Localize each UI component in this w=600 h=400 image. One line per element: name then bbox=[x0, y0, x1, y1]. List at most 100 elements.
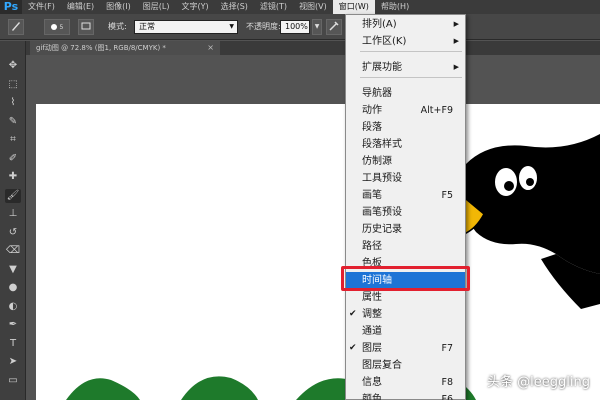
menu-shortcut: Alt+F9 bbox=[420, 105, 453, 116]
lasso-tool-icon[interactable]: ⌇ bbox=[5, 96, 21, 110]
menu-item-2[interactable]: 图像(I) bbox=[100, 0, 137, 14]
checkmark-icon: ✔ bbox=[349, 309, 357, 319]
menu-option-2[interactable]: 扩展功能 ▶ bbox=[346, 59, 465, 76]
menu-option-label: 导航器 bbox=[362, 88, 392, 99]
menu-option-0[interactable]: 排列(A) ▶ bbox=[346, 16, 465, 33]
type-tool-icon[interactable]: T bbox=[5, 337, 21, 351]
airbrush-icon[interactable] bbox=[326, 19, 342, 35]
path-select-tool-icon[interactable]: ➤ bbox=[5, 355, 21, 369]
close-icon[interactable]: × bbox=[207, 41, 214, 55]
menu-option-8[interactable]: 工具预设 bbox=[346, 170, 465, 187]
menu-option-7[interactable]: 仿制源 bbox=[346, 153, 465, 170]
move-tool-icon[interactable]: ✥ bbox=[5, 59, 21, 73]
menu-item-5[interactable]: 选择(S) bbox=[215, 0, 254, 14]
paint-bucket-tool-icon[interactable]: ▼ bbox=[5, 263, 21, 277]
brush-size-picker[interactable]: 5 bbox=[44, 19, 70, 35]
menu-option-label: 扩展功能 bbox=[362, 62, 402, 73]
menu-item-8[interactable]: 窗口(W) bbox=[332, 0, 375, 14]
stamp-tool-icon[interactable]: ⊥ bbox=[5, 207, 21, 221]
menu-option-5[interactable]: 段落 bbox=[346, 119, 465, 136]
document-title: gif动图 @ 72.8% (图1, RGB/8/CMYK) * bbox=[36, 44, 166, 52]
menu-item-0[interactable]: 文件(F) bbox=[22, 0, 61, 14]
watermark-text: 头条 @leeggling bbox=[487, 375, 590, 390]
grass-hill-2 bbox=[181, 376, 258, 400]
menu-option-label: 段落 bbox=[362, 122, 382, 133]
document-tab-bar: gif动图 @ 72.8% (图1, RGB/8/CMYK) * × bbox=[26, 41, 600, 55]
document-tab[interactable]: gif动图 @ 72.8% (图1, RGB/8/CMYK) * × bbox=[30, 41, 220, 55]
menu-option-12[interactable]: 路径 bbox=[346, 238, 465, 255]
menu-item-3[interactable]: 图层(L) bbox=[137, 0, 176, 14]
menu-option-label: 画笔预设 bbox=[362, 207, 402, 218]
menu-option-4[interactable]: 动作 Alt+F9 bbox=[346, 102, 465, 119]
menu-option-label: 图层复合 bbox=[362, 360, 402, 371]
menu-option-label: 工作区(K) bbox=[362, 36, 407, 47]
menu-option-11[interactable]: 历史记录 bbox=[346, 221, 465, 238]
document-canvas[interactable] bbox=[36, 104, 600, 400]
blur-tool-icon[interactable]: ● bbox=[5, 281, 21, 295]
menu-option-label: 调整 bbox=[362, 309, 382, 320]
eraser-tool-icon[interactable]: ⌫ bbox=[5, 244, 21, 258]
menu-option-label: 排列(A) bbox=[362, 19, 397, 30]
menu-option-17[interactable]: 通道 bbox=[346, 323, 465, 340]
menu-item-4[interactable]: 文字(Y) bbox=[175, 0, 214, 14]
submenu-arrow-icon: ▶ bbox=[453, 63, 459, 71]
mode-label: 模式: bbox=[108, 22, 127, 31]
canvas-artwork bbox=[66, 134, 600, 400]
menu-separator bbox=[360, 77, 462, 78]
submenu-arrow-icon: ▶ bbox=[453, 37, 459, 45]
menu-option-label: 动作 bbox=[362, 105, 382, 116]
annotation-highlight-box bbox=[341, 266, 470, 291]
menu-shortcut: F7 bbox=[441, 343, 453, 354]
pen-tool-icon[interactable]: ✒ bbox=[5, 318, 21, 332]
dodge-tool-icon[interactable]: ◐ bbox=[5, 300, 21, 314]
menu-separator bbox=[360, 51, 462, 52]
menu-option-18[interactable]: ✔ 图层 F7 bbox=[346, 340, 465, 357]
eyedropper-tool-icon[interactable]: ✐ bbox=[5, 152, 21, 166]
opacity-input[interactable]: 100% bbox=[280, 20, 310, 34]
menu-option-label: 信息 bbox=[362, 377, 382, 388]
menu-option-21[interactable]: 颜色 F6 bbox=[346, 391, 465, 400]
menu-shortcut: F5 bbox=[441, 190, 453, 201]
menu-option-6[interactable]: 段落样式 bbox=[346, 136, 465, 153]
menu-option-label: 历史记录 bbox=[362, 224, 402, 235]
menu-option-9[interactable]: 画笔 F5 bbox=[346, 187, 465, 204]
menu-option-label: 通道 bbox=[362, 326, 382, 337]
opacity-dropdown-icon[interactable]: ▼ bbox=[312, 19, 322, 35]
crop-tool-icon[interactable]: ⌗ bbox=[5, 133, 21, 147]
mode-value: 正常 bbox=[139, 22, 155, 31]
menu-option-15[interactable]: 属性 bbox=[346, 289, 465, 306]
brush-preset-icon[interactable] bbox=[8, 19, 24, 35]
menu-shortcut: F6 bbox=[441, 394, 453, 400]
shape-tool-icon[interactable]: ▭ bbox=[5, 374, 21, 388]
opacity-label: 不透明度: bbox=[246, 22, 281, 31]
menu-option-20[interactable]: 信息 F8 bbox=[346, 374, 465, 391]
menu-option-label: 属性 bbox=[362, 292, 382, 303]
menu-option-label: 颜色 bbox=[362, 394, 382, 400]
menu-option-10[interactable]: 画笔预设 bbox=[346, 204, 465, 221]
menu-option-19[interactable]: 图层复合 bbox=[346, 357, 465, 374]
brush-panel-toggle-icon[interactable] bbox=[78, 19, 94, 35]
menu-option-label: 工具预设 bbox=[362, 173, 402, 184]
window-menu-dropdown: 排列(A) ▶ 工作区(K) ▶ 扩展功能 ▶ 导航器动作 Alt+F9 段落段落样式仿制源工具… bbox=[345, 14, 466, 400]
cartoon-bird bbox=[459, 134, 600, 309]
menu-option-label: 路径 bbox=[362, 241, 382, 252]
healing-tool-icon[interactable]: ✚ bbox=[5, 170, 21, 184]
grass-hill-1 bbox=[66, 378, 140, 400]
menu-item-7[interactable]: 视图(V) bbox=[293, 0, 333, 14]
menu-bar: Ps 文件(F) 编辑(E) 图像(I) 图层(L) 文字(Y) 选择(S) 滤镜(T) 视图… bbox=[0, 0, 600, 14]
quick-select-tool-icon[interactable]: ✎ bbox=[5, 115, 21, 129]
menu-option-16[interactable]: ✔ 调整 bbox=[346, 306, 465, 323]
brush-size-value: 5 bbox=[59, 24, 64, 31]
menu-option-1[interactable]: 工作区(K) ▶ bbox=[346, 33, 465, 50]
menu-option-label: 段落样式 bbox=[362, 139, 402, 150]
menu-item-9[interactable]: 帮助(H) bbox=[375, 0, 415, 14]
brush-tool-icon[interactable]: 🖌 bbox=[5, 188, 21, 203]
mode-select[interactable]: 正常 ▼ bbox=[134, 20, 238, 34]
menu-item-1[interactable]: 编辑(E) bbox=[61, 0, 100, 14]
menu-option-label: 画笔 bbox=[362, 190, 382, 201]
menu-item-6[interactable]: 滤镜(T) bbox=[254, 0, 293, 14]
submenu-arrow-icon: ▶ bbox=[453, 20, 459, 28]
history-brush-tool-icon[interactable]: ↺ bbox=[5, 226, 21, 240]
marquee-tool-icon[interactable]: ⬚ bbox=[5, 78, 21, 92]
menu-option-3[interactable]: 导航器 bbox=[346, 85, 465, 102]
